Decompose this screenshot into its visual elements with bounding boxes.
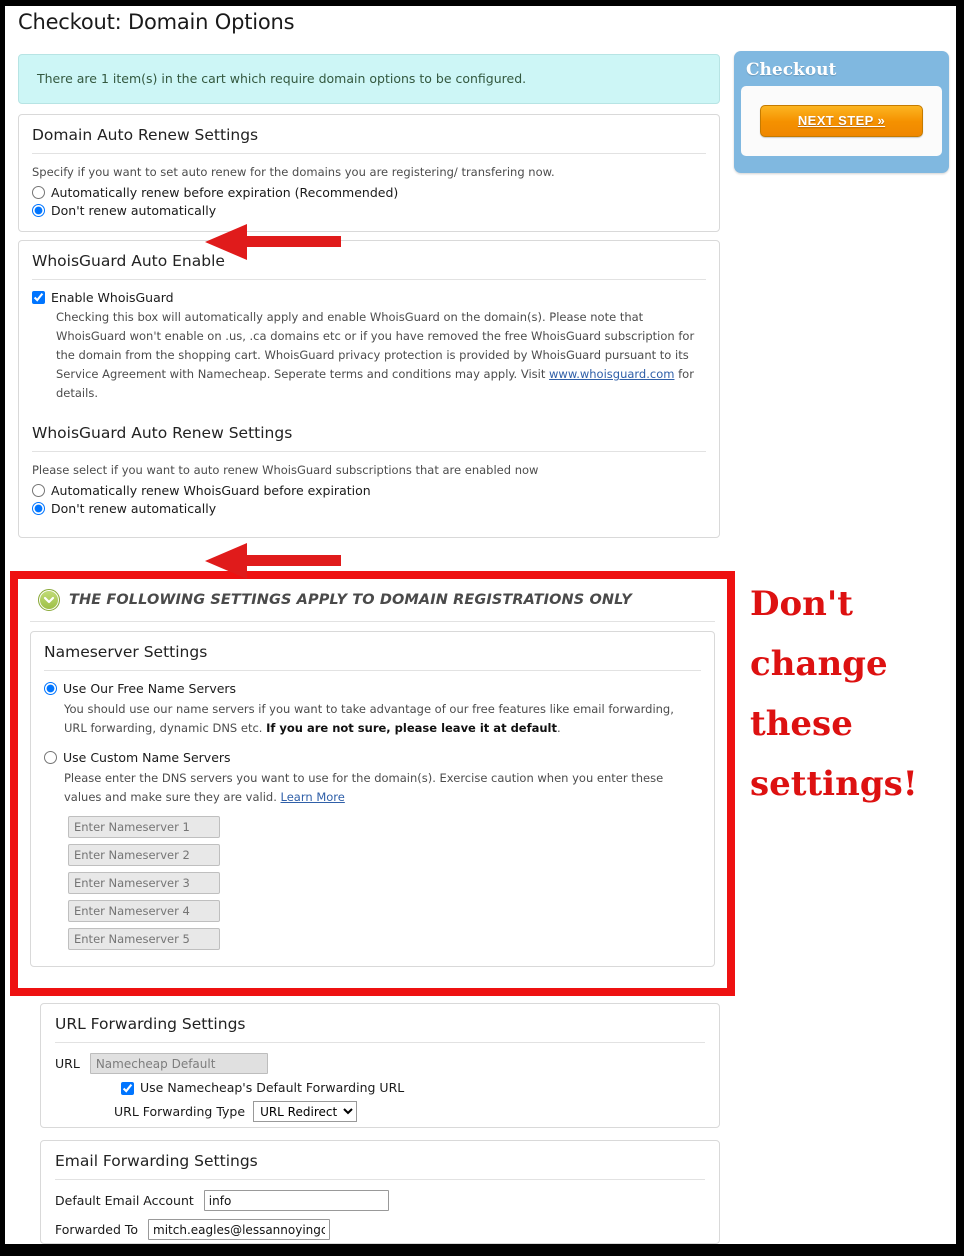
page-title: Checkout: Domain Options — [18, 10, 295, 34]
nameserver-input-3[interactable] — [68, 872, 220, 894]
custom-nameservers-help-part1: Please enter the DNS servers you want to… — [64, 771, 664, 804]
page-root: Checkout: Domain Options There are 1 ite… — [5, 6, 956, 1244]
red-arrow-domain-renew — [205, 224, 341, 260]
free-nameservers-radio[interactable] — [44, 682, 57, 695]
custom-nameservers-option[interactable]: Use Custom Name Servers — [31, 750, 714, 766]
next-step-button[interactable]: NEXT STEP » — [760, 105, 923, 137]
nameserver-input-5[interactable] — [68, 928, 220, 950]
annotation-text: Don't change these settings! — [750, 584, 918, 804]
free-nameservers-help-part2: . — [557, 721, 561, 735]
default-forwarding-url-row[interactable]: Use Namecheap's Default Forwarding URL — [41, 1080, 719, 1095]
whoisguard-auto-renew-option-1[interactable]: Don't renew automatically — [19, 501, 719, 517]
url-forwarding-type-select[interactable]: URL Redirect — [253, 1101, 358, 1122]
domain-auto-renew-option-1[interactable]: Don't renew automatically — [19, 203, 719, 229]
domain-auto-renew-label-0: Automatically renew before expiration (R… — [51, 185, 399, 200]
checkout-inner-panel: NEXT STEP » — [741, 86, 942, 156]
domain-auto-renew-panel: Domain Auto Renew Settings Specify if yo… — [18, 114, 720, 232]
free-nameservers-label: Use Our Free Name Servers — [63, 681, 237, 696]
default-email-account-label: Default Email Account — [55, 1193, 194, 1208]
custom-nameservers-label: Use Custom Name Servers — [63, 750, 231, 765]
free-nameservers-help-bold: If you are not sure, please leave it at … — [266, 721, 557, 735]
email-forwarding-panel: Email Forwarding Settings Default Email … — [40, 1140, 720, 1244]
checkout-title: Checkout — [746, 60, 837, 80]
forwarded-to-label: Forwarded To — [55, 1222, 139, 1237]
whoisguard-help-text: Checking this box will automatically app… — [19, 306, 719, 413]
default-email-account-input[interactable] — [203, 1190, 389, 1211]
whoisguard-auto-renew-label-1: Don't renew automatically — [51, 501, 217, 516]
nameserver-settings-panel: Nameserver Settings Use Our Free Name Se… — [30, 631, 715, 967]
domain-auto-renew-option-0[interactable]: Automatically renew before expiration (R… — [19, 185, 719, 201]
whoisguard-panel: WhoisGuard Auto Enable Enable WhoisGuard… — [18, 240, 720, 538]
registrations-only-banner: THE FOLLOWING SETTINGS APPLY TO DOMAIN R… — [30, 579, 715, 622]
free-nameservers-option[interactable]: Use Our Free Name Servers — [31, 681, 714, 697]
main-column: There are 1 item(s) in the cart which re… — [18, 54, 720, 546]
url-forwarding-panel: URL Forwarding Settings URL Use Namechea… — [40, 1003, 720, 1128]
url-field-row: URL — [41, 1053, 719, 1074]
custom-nameservers-help: Please enter the DNS servers you want to… — [31, 768, 714, 811]
default-email-account-row: Default Email Account — [41, 1190, 719, 1211]
nameserver-settings-heading: Nameserver Settings — [44, 632, 701, 671]
nameserver-input-2[interactable] — [68, 844, 220, 866]
nameserver-input-4[interactable] — [68, 900, 220, 922]
enable-whoisguard-checkbox[interactable] — [32, 291, 45, 304]
chevron-down-circle-icon — [38, 589, 60, 611]
forwarded-to-row: Forwarded To — [41, 1219, 719, 1240]
domain-auto-renew-label-1: Don't renew automatically — [51, 203, 217, 218]
registrations-only-highlight-box: THE FOLLOWING SETTINGS APPLY TO DOMAIN R… — [10, 571, 735, 996]
whoisguard-auto-renew-radio-1[interactable] — [32, 502, 45, 515]
domain-auto-renew-radio-1[interactable] — [32, 204, 45, 217]
learn-more-link[interactable]: Learn More — [281, 790, 345, 804]
red-arrow-whoisguard-renew — [205, 543, 341, 579]
whoisguard-auto-renew-description: Please select if you want to auto renew … — [32, 463, 539, 477]
checkout-sidebar: Checkout NEXT STEP » — [734, 51, 949, 173]
domain-auto-renew-description: Specify if you want to set auto renew fo… — [32, 165, 555, 179]
enable-whoisguard-row[interactable]: Enable WhoisGuard — [19, 280, 719, 306]
whoisguard-auto-enable-heading: WhoisGuard Auto Enable — [32, 241, 706, 280]
whoisguard-auto-renew-heading: WhoisGuard Auto Renew Settings — [32, 413, 706, 452]
whoisguard-link[interactable]: www.whoisguard.com — [549, 367, 674, 381]
whoisguard-auto-renew-option-0[interactable]: Automatically renew WhoisGuard before ex… — [19, 483, 719, 499]
whoisguard-auto-renew-label-0: Automatically renew WhoisGuard before ex… — [51, 483, 371, 498]
url-forwarding-type-label: URL Forwarding Type — [114, 1104, 246, 1119]
url-forwarding-heading: URL Forwarding Settings — [55, 1004, 705, 1043]
domain-auto-renew-radio-0[interactable] — [32, 186, 45, 199]
url-input[interactable] — [89, 1053, 268, 1074]
nameserver-fields-group — [31, 816, 714, 966]
info-banner: There are 1 item(s) in the cart which re… — [18, 54, 720, 104]
registrations-only-text: THE FOLLOWING SETTINGS APPLY TO DOMAIN R… — [69, 592, 632, 608]
enable-whoisguard-label: Enable WhoisGuard — [51, 290, 174, 305]
image-frame: Checkout: Domain Options There are 1 ite… — [0, 0, 964, 1256]
default-forwarding-url-label: Use Namecheap's Default Forwarding URL — [140, 1080, 405, 1095]
forwarded-to-input[interactable] — [148, 1219, 331, 1240]
url-label: URL — [55, 1056, 80, 1071]
default-forwarding-url-checkbox[interactable] — [121, 1081, 134, 1095]
nameserver-input-1[interactable] — [68, 816, 220, 838]
custom-nameservers-radio[interactable] — [44, 751, 57, 764]
whoisguard-auto-renew-radio-0[interactable] — [32, 484, 45, 497]
url-forwarding-type-row: URL Forwarding Type URL Redirect — [41, 1101, 719, 1122]
free-nameservers-help: You should use our name servers if you w… — [31, 699, 714, 742]
domain-auto-renew-heading: Domain Auto Renew Settings — [32, 115, 706, 154]
email-forwarding-heading: Email Forwarding Settings — [55, 1141, 705, 1180]
